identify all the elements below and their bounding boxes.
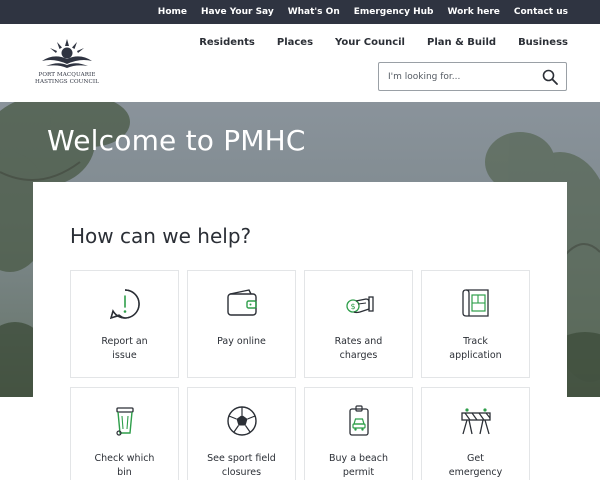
search-input[interactable] [388, 69, 533, 85]
tile-label-line: emergency [448, 467, 503, 478]
tile-label: Pay online [192, 335, 291, 349]
tile-label-line: Report an [101, 336, 148, 347]
tile-label: See sport field closures [192, 452, 291, 480]
site-header: PORT MACQUARIE HASTINGS COUNCIL Resident… [0, 24, 600, 102]
main-nav: Residents Places Your Council Plan & Bui… [177, 37, 568, 48]
council-logo[interactable]: PORT MACQUARIE HASTINGS COUNCIL [32, 36, 102, 92]
blueprint-icon [462, 289, 489, 317]
nav-your-council[interactable]: Your Council [335, 37, 405, 48]
rates-hand-icon: $ [346, 296, 374, 314]
soccer-ball-icon [227, 406, 257, 436]
tile-label-line: See sport field [207, 453, 276, 464]
hero-title: Welcome to PMHC [47, 124, 306, 157]
tile-label-line: Track [463, 336, 488, 347]
nav-business[interactable]: Business [518, 37, 568, 48]
nav-plan-build[interactable]: Plan & Build [427, 37, 496, 48]
tile-label-line: permit [342, 467, 375, 478]
road-barrier-icon [461, 408, 491, 435]
nav-residents[interactable]: Residents [199, 37, 255, 48]
tile-get-emergency[interactable]: Get emergency [421, 387, 530, 480]
tile-label: Check which bin [75, 452, 174, 480]
tile-label-line: issue [112, 350, 137, 361]
tile-sport-field-closures[interactable]: See sport field closures [187, 387, 296, 480]
tile-label-line: bin [117, 467, 132, 478]
tile-rates-charges[interactable]: $ Rates and charges [304, 270, 413, 378]
help-panel: How can we help? Report an issue Pay onl… [33, 182, 567, 480]
utility-bar: Home Have Your Say What's On Emergency H… [0, 0, 600, 24]
search-icon[interactable] [542, 69, 558, 85]
tile-label: Track application [426, 335, 525, 363]
logo-line-1: PORT MACQUARIE [38, 72, 96, 78]
utility-link-emergency-hub[interactable]: Emergency Hub [354, 7, 434, 17]
utility-link-home[interactable]: Home [158, 7, 187, 17]
tile-label-line: Buy a beach [329, 453, 388, 464]
bin-icon [116, 407, 134, 436]
utility-link-work-here[interactable]: Work here [447, 7, 499, 17]
tile-label-line: Pay online [217, 336, 266, 347]
tile-label-line: application [449, 350, 502, 361]
council-logo-text: PORT MACQUARIE HASTINGS COUNCIL [32, 72, 102, 86]
help-panel-title: How can we help? [70, 224, 252, 248]
wallet-icon [227, 289, 257, 316]
tile-label-line: Check which [94, 453, 155, 464]
utility-link-contact-us[interactable]: Contact us [514, 7, 568, 17]
report-issue-icon [109, 289, 140, 320]
tile-label: Rates and charges [309, 335, 408, 363]
nav-places[interactable]: Places [277, 37, 313, 48]
tile-label-line: Get [467, 453, 484, 464]
tile-label-line: charges [339, 350, 378, 361]
logo-line-2: HASTINGS COUNCIL [35, 79, 99, 85]
utility-link-have-your-say[interactable]: Have Your Say [201, 7, 274, 17]
tile-label-line: Rates and [334, 336, 383, 347]
utility-link-whats-on[interactable]: What's On [288, 7, 340, 17]
utility-nav: Home Have Your Say What's On Emergency H… [144, 0, 568, 24]
tile-label: Report an issue [75, 335, 174, 363]
tile-beach-permit[interactable]: Buy a beach permit [304, 387, 413, 480]
tile-report-issue[interactable]: Report an issue [70, 270, 179, 378]
site-search [378, 62, 567, 91]
tile-label: Get emergency [426, 452, 525, 480]
tile-check-bin[interactable]: Check which bin [70, 387, 179, 480]
council-logo-mark-icon [42, 39, 92, 68]
svg-text:$: $ [350, 302, 355, 311]
tile-track-application[interactable]: Track application [421, 270, 530, 378]
tile-pay-online[interactable]: Pay online [187, 270, 296, 378]
tile-label: Buy a beach permit [309, 452, 408, 480]
tile-label-line: closures [221, 467, 262, 478]
beach-permit-icon [349, 405, 369, 436]
